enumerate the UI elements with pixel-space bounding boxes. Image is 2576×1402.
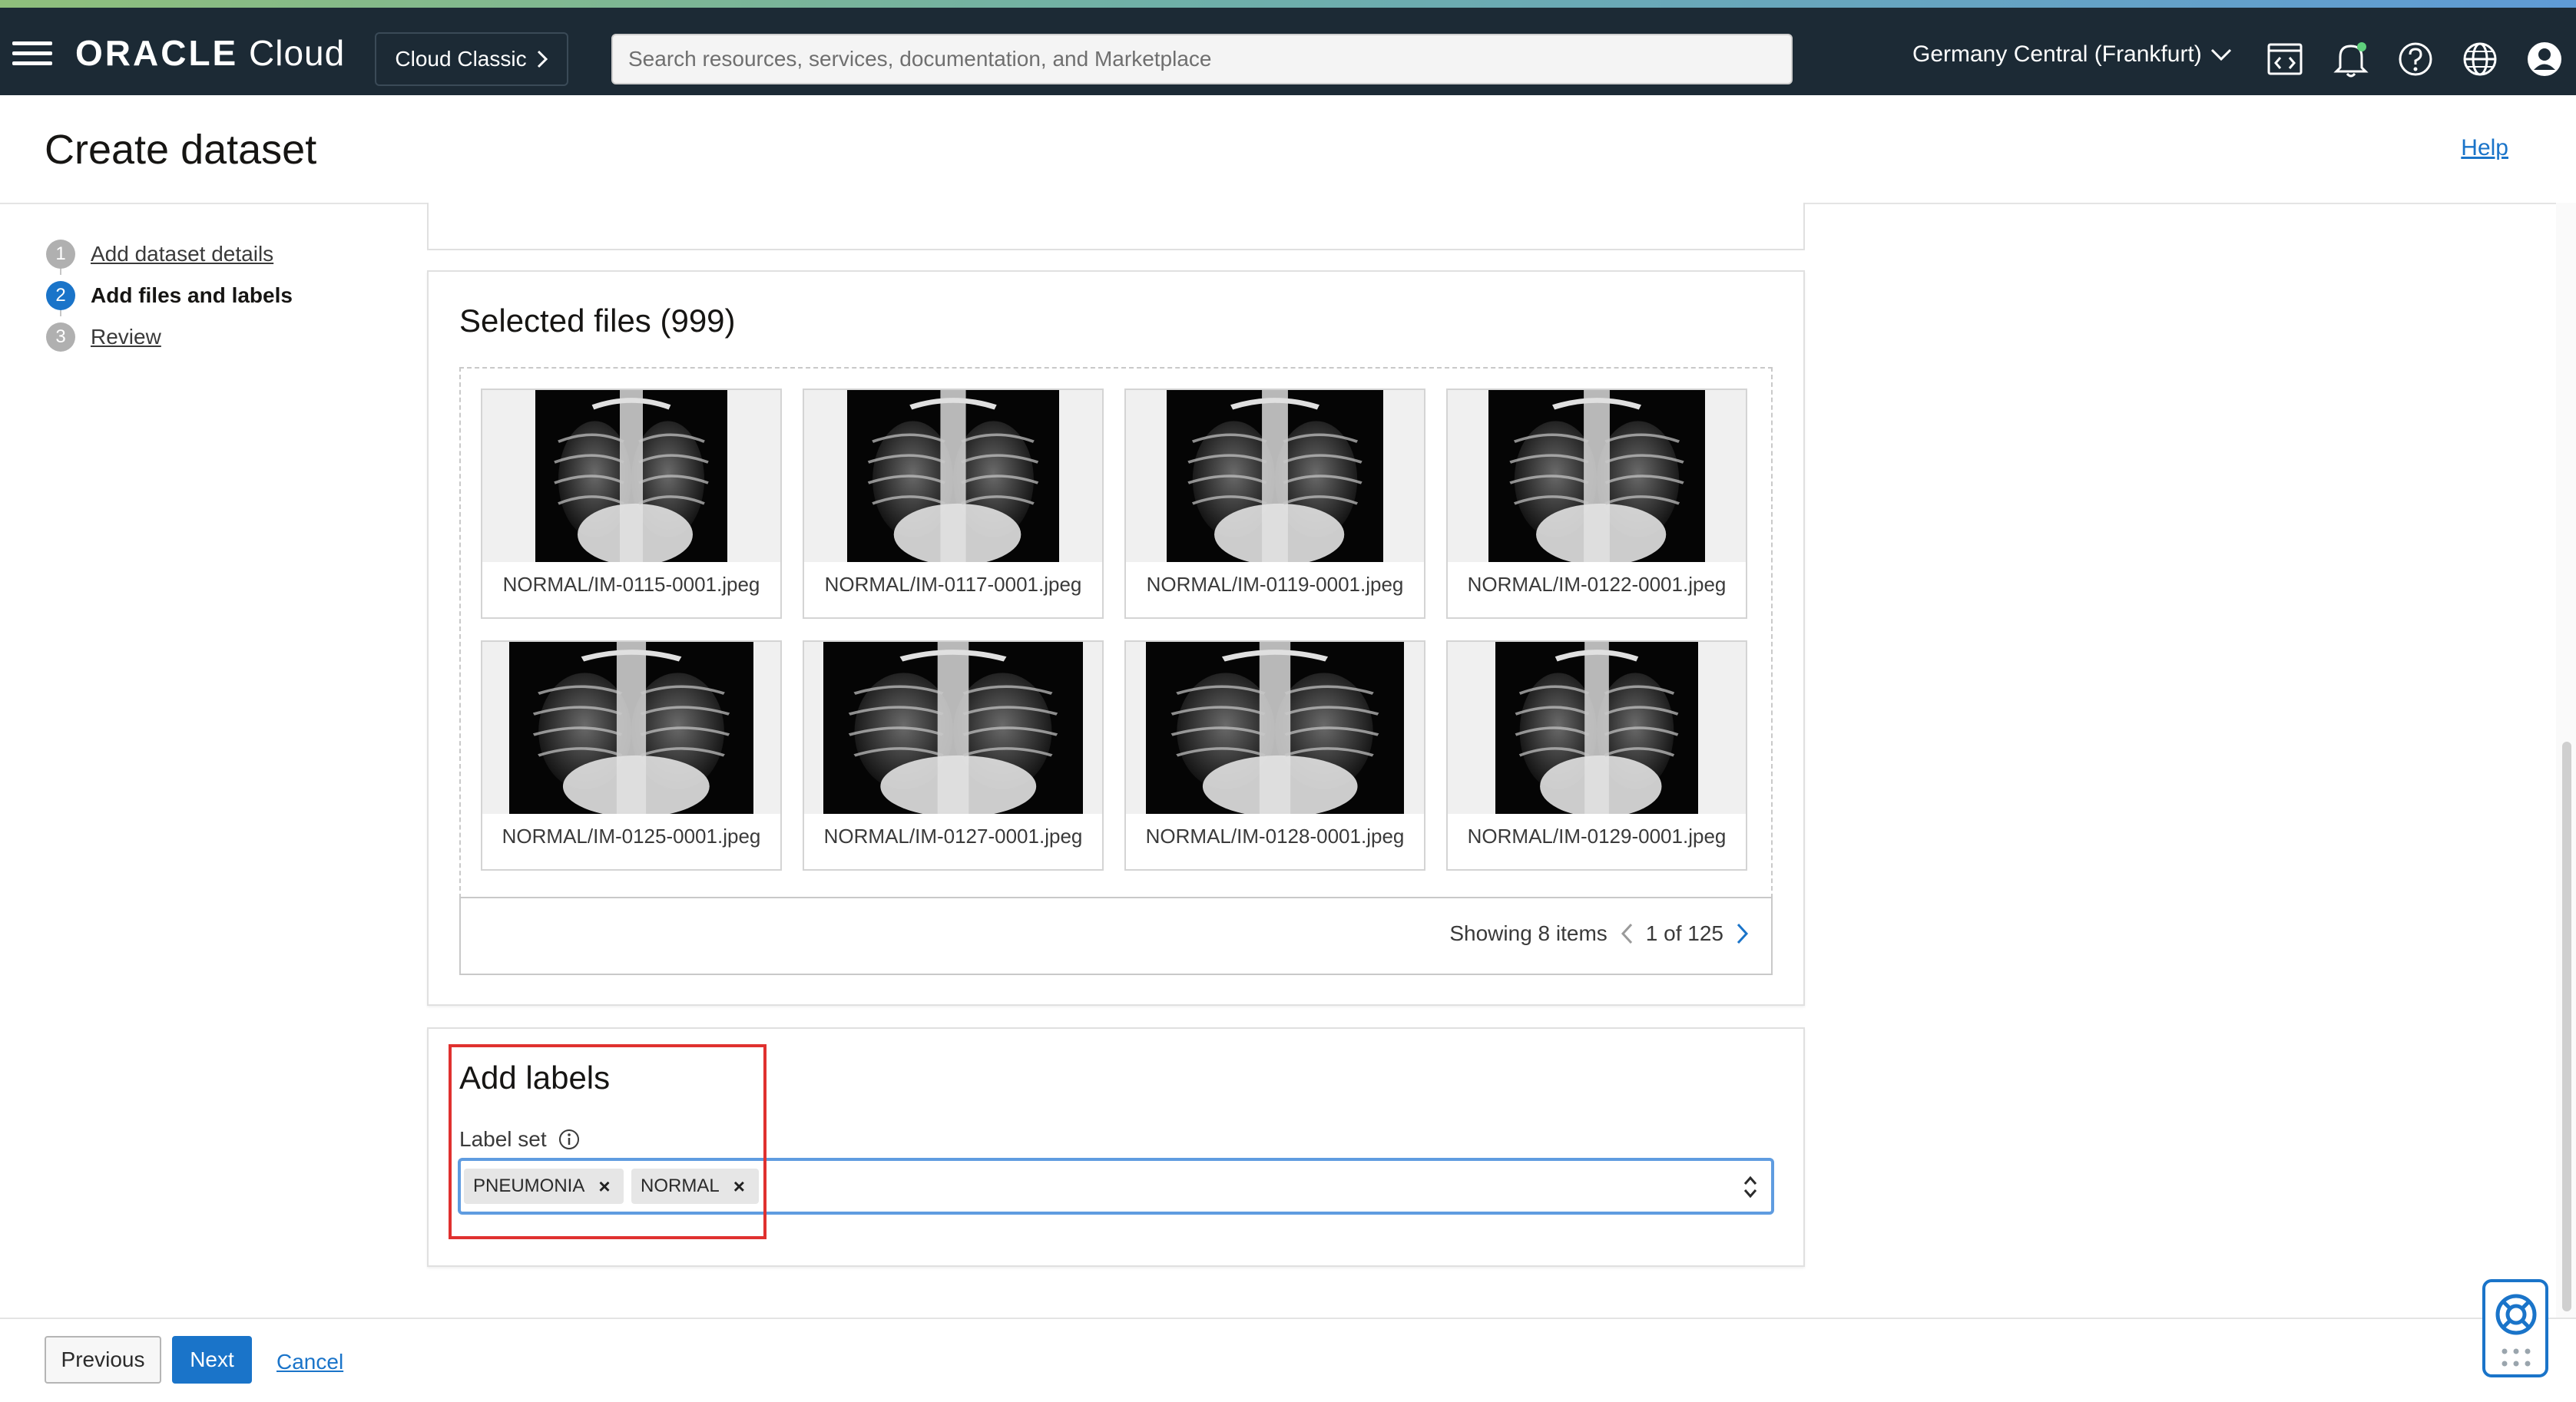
step-number: 3 [46, 322, 75, 352]
pagination-bar: Showing 8 items 1 of 125 [459, 897, 1773, 975]
region-selector[interactable]: Germany Central (Frankfurt) [1912, 41, 2233, 68]
wizard-footer: Previous Next Cancel [0, 1318, 2576, 1402]
page-header: Create dataset Help [0, 95, 2576, 204]
user-icon[interactable] [2524, 38, 2565, 80]
region-label: Germany Central (Frankfurt) [1912, 41, 2202, 67]
file-name: NORMAL/IM-0125-0001.jpeg [502, 825, 761, 848]
dataset-details-card [427, 203, 1805, 250]
next-button[interactable]: Next [172, 1336, 252, 1384]
xray-image [482, 390, 780, 562]
scrollbar-thumb[interactable] [2562, 742, 2571, 1311]
xray-image [482, 642, 780, 814]
file-thumbnail[interactable]: NORMAL/IM-0127-0001.jpeg [803, 640, 1104, 871]
step-review[interactable]: 3 Review [46, 316, 293, 358]
help-icon[interactable] [2395, 38, 2436, 80]
select-toggle-icon[interactable] [1742, 1173, 1759, 1201]
file-thumbnail[interactable]: NORMAL/IM-0117-0001.jpeg [803, 389, 1104, 619]
file-thumbnail[interactable]: NORMAL/IM-0125-0001.jpeg [481, 640, 782, 871]
xray-image [1448, 390, 1746, 562]
chevron-right-icon[interactable] [1736, 922, 1750, 945]
search-input[interactable] [627, 46, 1777, 72]
file-name: NORMAL/IM-0122-0001.jpeg [1467, 573, 1727, 596]
file-thumbnail[interactable]: NORMAL/IM-0129-0001.jpeg [1446, 640, 1747, 871]
menu-icon[interactable] [12, 41, 52, 66]
grid-dots-icon [2502, 1348, 2531, 1367]
step-label: Add files and labels [91, 283, 293, 307]
file-name: NORMAL/IM-0127-0001.jpeg [823, 825, 1083, 848]
file-thumbnail-grid: NORMAL/IM-0115-0001.jpeg NORMAL/IM-0117-0… [459, 367, 1773, 898]
top-navigation-bar: ORACLE Cloud Cloud Classic Germany Centr… [0, 8, 2576, 95]
globe-icon[interactable] [2459, 38, 2501, 80]
wizard-steps: 1 Add dataset details 2 Add files and la… [46, 233, 293, 358]
cloud-classic-button[interactable]: Cloud Classic [375, 32, 568, 86]
step-label[interactable]: Review [91, 325, 161, 349]
xray-image [804, 390, 1102, 562]
xray-image [804, 642, 1102, 814]
selected-files-card: Selected files (999) NORMAL/IM-0115-0001… [427, 270, 1805, 1006]
selected-files-title: Selected files (999) [459, 303, 736, 339]
chevron-left-icon[interactable] [1620, 922, 1634, 945]
file-name: NORMAL/IM-0119-0001.jpeg [1146, 573, 1404, 596]
file-thumbnail[interactable]: NORMAL/IM-0119-0001.jpeg [1124, 389, 1425, 619]
file-thumbnail[interactable]: NORMAL/IM-0122-0001.jpeg [1446, 389, 1747, 619]
logo-product: Cloud [249, 33, 346, 73]
file-name: NORMAL/IM-0128-0001.jpeg [1145, 825, 1405, 848]
step-number: 1 [46, 240, 75, 269]
lifebuoy-icon [2495, 1294, 2537, 1335]
xray-image [1126, 390, 1424, 562]
cloud-classic-label: Cloud Classic [395, 47, 527, 71]
cancel-link[interactable]: Cancel [276, 1350, 343, 1374]
showing-count: Showing 8 items [1449, 921, 1608, 945]
oracle-cloud-logo[interactable]: ORACLE Cloud [75, 35, 345, 71]
help-link[interactable]: Help [2461, 135, 2508, 161]
chevron-right-icon [537, 50, 548, 68]
brand-stripe [0, 0, 2576, 8]
logo-brand: ORACLE [75, 33, 239, 73]
file-name: NORMAL/IM-0129-0001.jpeg [1467, 825, 1727, 848]
step-label[interactable]: Add dataset details [91, 242, 273, 266]
xray-image [1126, 642, 1424, 814]
chevron-down-icon [2210, 48, 2231, 61]
file-name: NORMAL/IM-0117-0001.jpeg [824, 573, 1082, 596]
previous-button[interactable]: Previous [45, 1336, 161, 1384]
pagination: Showing 8 items 1 of 125 [1449, 921, 1750, 946]
page-title: Create dataset [45, 127, 317, 173]
bell-icon[interactable] [2330, 38, 2372, 80]
file-thumbnail[interactable]: NORMAL/IM-0115-0001.jpeg [481, 389, 782, 619]
step-number: 2 [46, 281, 75, 310]
page-indicator: 1 of 125 [1645, 921, 1723, 945]
global-search[interactable] [611, 34, 1793, 84]
code-editor-icon[interactable] [2264, 38, 2306, 80]
support-assistant-button[interactable] [2482, 1279, 2548, 1377]
file-name: NORMAL/IM-0115-0001.jpeg [502, 573, 760, 596]
step-add-dataset-details[interactable]: 1 Add dataset details [46, 233, 293, 275]
highlight-annotation-box [449, 1044, 767, 1239]
file-thumbnail[interactable]: NORMAL/IM-0128-0001.jpeg [1124, 640, 1425, 871]
step-add-files-and-labels: 2 Add files and labels [46, 275, 293, 316]
xray-image [1448, 642, 1746, 814]
